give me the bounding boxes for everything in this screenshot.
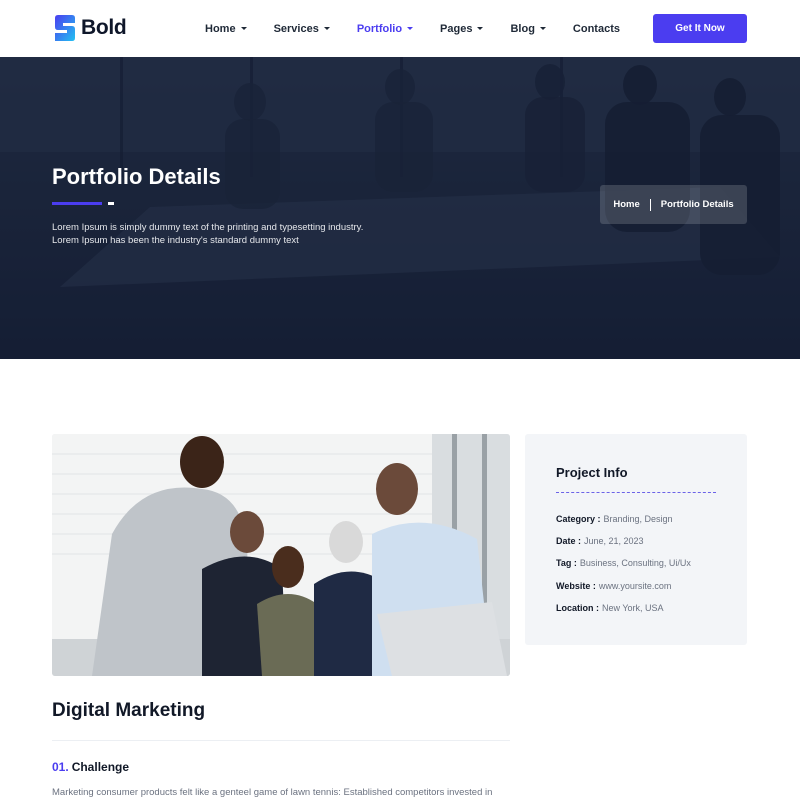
info-row-tag: Tag : Business, Consulting, Ui/Ux (556, 558, 691, 568)
nav-item-label: Pages (440, 22, 473, 35)
site-header: Bold Home Services Portfolio Pages Blog … (0, 0, 800, 57)
challenge-number: 01. (52, 760, 69, 774)
info-label: Location : (556, 603, 599, 613)
chevron-down-icon (323, 27, 330, 30)
info-row-location: Location : New York, USA (556, 603, 664, 613)
logo-text: Bold (81, 16, 127, 39)
page-title: Portfolio Details (52, 164, 221, 189)
breadcrumb-home-link[interactable]: Home (613, 199, 639, 210)
main-nav: Home Services Portfolio Pages Blog Conta… (205, 0, 647, 57)
nav-item-blog[interactable]: Blog (510, 22, 546, 35)
breadcrumb-separator (649, 198, 651, 211)
nav-item-label: Services (273, 22, 319, 35)
project-image (52, 434, 510, 676)
info-value: New York, USA (602, 603, 664, 613)
logo-icon (55, 15, 75, 41)
title-underline-dot (108, 202, 114, 205)
info-label: Date : (556, 536, 582, 546)
breadcrumb: Home Portfolio Details (600, 185, 747, 224)
nav-item-label: Home (205, 22, 236, 35)
info-label: Category : (556, 514, 601, 524)
challenge-heading: 01. Challenge (52, 760, 129, 774)
get-it-now-button[interactable]: Get It Now (653, 14, 747, 43)
divider (556, 492, 716, 493)
logo[interactable]: Bold (54, 14, 127, 42)
nav-item-label: Blog (510, 22, 535, 35)
nav-item-label: Portfolio (356, 22, 403, 35)
team-meeting-photo (52, 434, 510, 676)
nav-item-label: Contacts (572, 22, 620, 35)
nav-item-portfolio[interactable]: Portfolio (356, 22, 414, 35)
website-link[interactable]: www.yoursite.com (599, 581, 672, 591)
project-title: Digital Marketing (52, 700, 206, 721)
info-value: Branding, Design (603, 514, 673, 524)
nav-item-services[interactable]: Services (274, 23, 330, 35)
chevron-down-icon (407, 27, 414, 30)
challenge-text: Marketing consumer products felt like a … (52, 787, 493, 798)
chevron-down-icon (477, 27, 484, 30)
info-label: Tag : (556, 558, 577, 568)
chevron-down-icon (539, 27, 546, 30)
breadcrumb-current: Portfolio Details (660, 199, 734, 210)
info-value: Business, Consulting, Ui/Ux (579, 558, 691, 568)
divider (52, 740, 510, 741)
info-row-date: Date : June, 21, 2023 (556, 536, 644, 546)
info-value: June, 21, 2023 (584, 536, 644, 546)
nav-item-contacts[interactable]: Contacts (573, 23, 620, 35)
info-label: Website : (556, 581, 596, 591)
info-row-category: Category : Branding, Design (556, 514, 673, 524)
nav-item-pages[interactable]: Pages (440, 22, 484, 35)
project-info-title: Project Info (556, 465, 628, 480)
chevron-down-icon (240, 27, 247, 30)
challenge-title: Challenge (71, 760, 130, 774)
hero-description-line: Lorem Ipsum is simply dummy text of the … (52, 222, 364, 233)
hero-description: Lorem Ipsum is simply dummy text of the … (52, 221, 412, 247)
nav-item-home[interactable]: Home (205, 23, 247, 35)
info-row-website: Website : www.yoursite.com (556, 581, 671, 591)
project-info-card: Project Info Category : Branding, Design … (525, 434, 747, 645)
page-hero: Portfolio Details Lorem Ipsum is simply … (0, 57, 800, 359)
hero-description-line: Lorem Ipsum has been the industry's stan… (52, 235, 299, 246)
title-underline (52, 202, 102, 205)
